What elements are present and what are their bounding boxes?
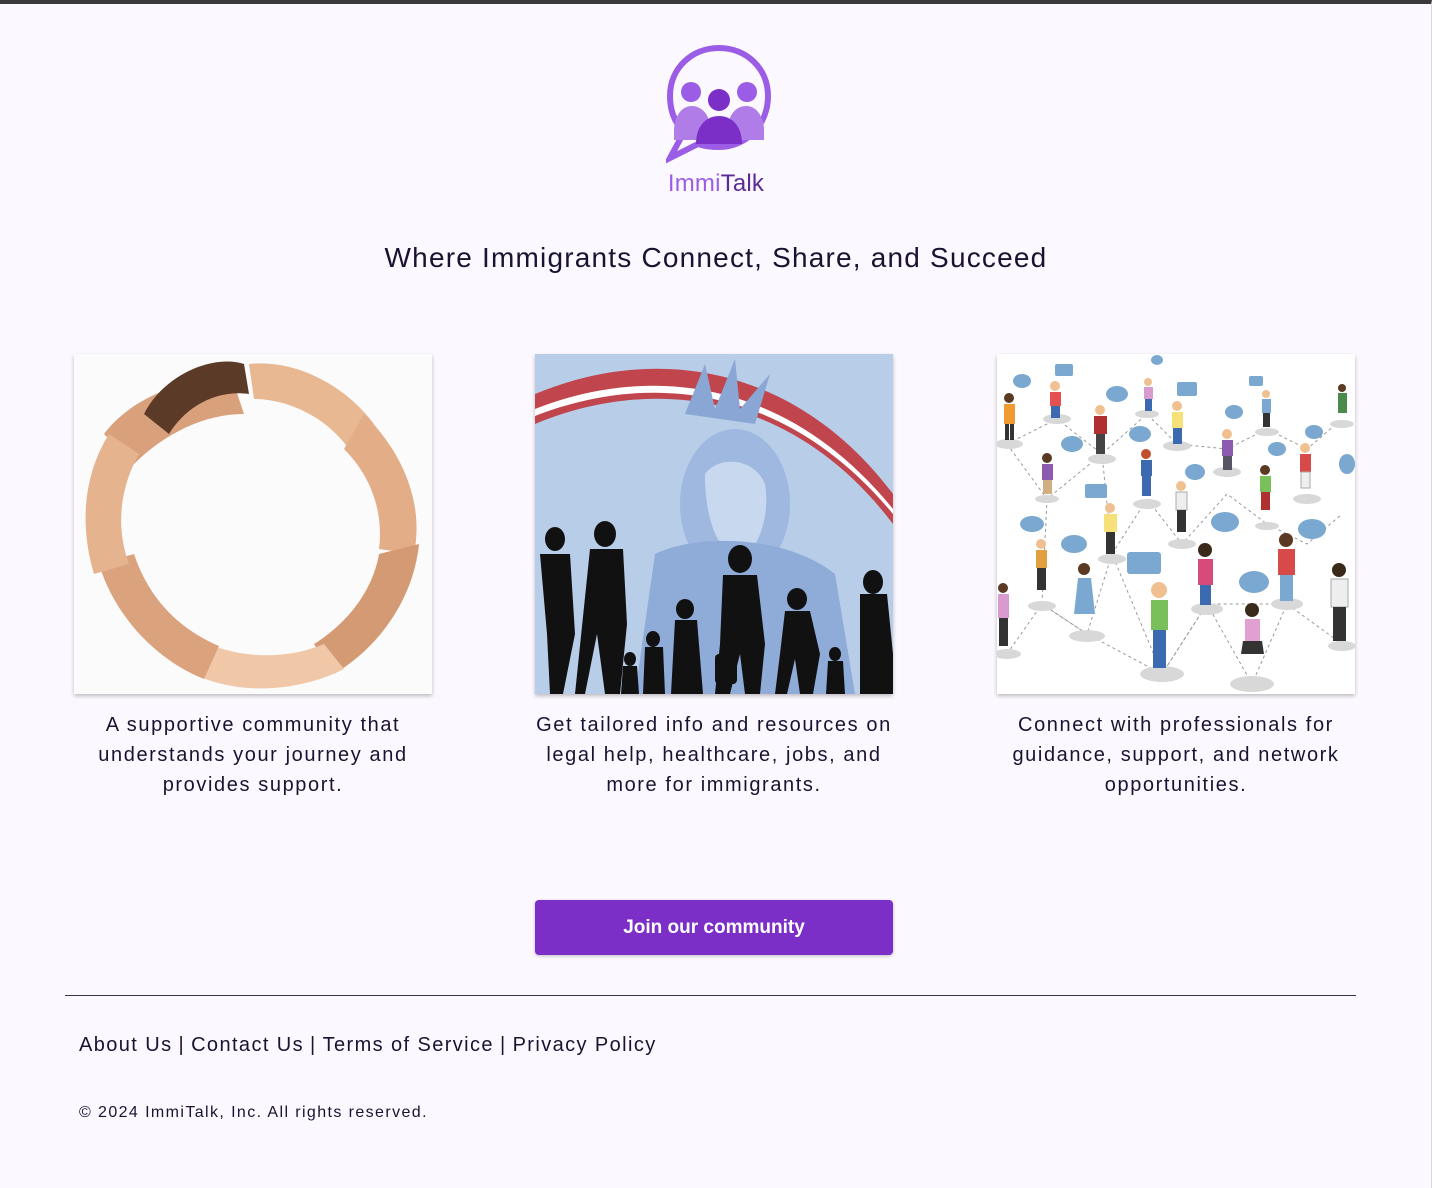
footer-link-terms-of-service[interactable]: Terms of Service	[323, 1034, 494, 1056]
immitalk-logo-icon	[666, 44, 772, 164]
people-network-image	[997, 354, 1355, 694]
footer-separator: |	[178, 1034, 186, 1056]
page-tagline: Where Immigrants Connect, Share, and Suc…	[384, 242, 1048, 273]
feature-text-community: A supportive community that understands …	[98, 714, 408, 796]
brand-name-part1: Immi	[667, 170, 721, 197]
footer-link-contact-us[interactable]: Contact Us	[191, 1034, 304, 1056]
copyright-text: © 2024 ImmiTalk, Inc. All rights reserve…	[79, 1104, 428, 1121]
hands-circle-image	[74, 354, 432, 694]
footer-separator: |	[310, 1034, 317, 1056]
footer-separator: |	[499, 1034, 507, 1056]
feature-text-resources: Get tailored info and resources on legal…	[536, 714, 892, 796]
feature-text-professionals: Connect with professionals for guidance,…	[1012, 714, 1340, 796]
footer-link-privacy-policy[interactable]: Privacy Policy	[513, 1034, 657, 1056]
footer-divider	[65, 995, 1356, 996]
footer-link-about-us[interactable]: About Us	[79, 1034, 172, 1056]
statue-of-liberty-immigrants-image	[535, 354, 893, 694]
brand-name: ImmiTalk	[0, 170, 1432, 198]
footer-links: About Us | Contact Us | Terms of Service | Pri…	[79, 1034, 657, 1057]
join-community-button[interactable]: Join our community	[535, 900, 893, 955]
brand-name-part2: Talk	[720, 170, 765, 197]
